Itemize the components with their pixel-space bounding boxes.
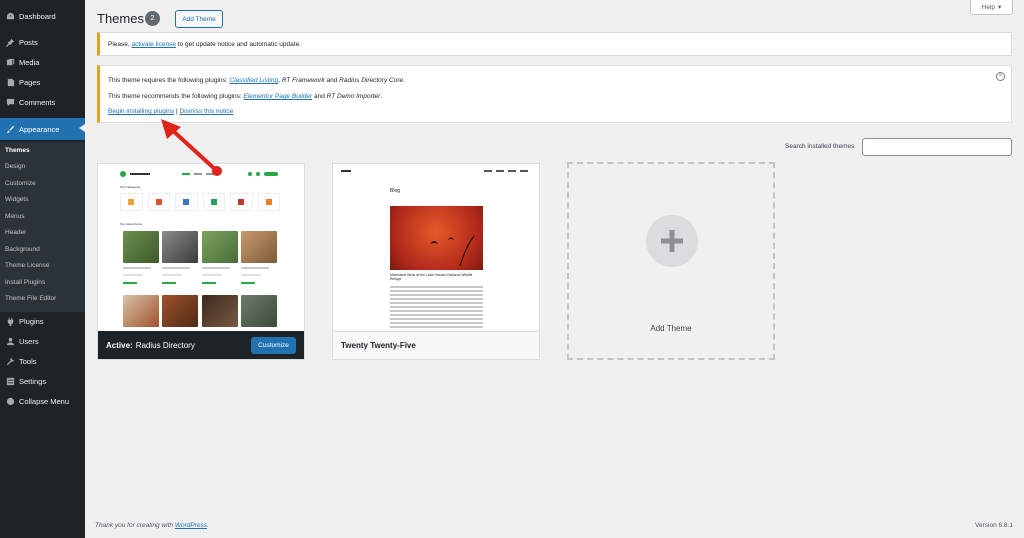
sidebar-item-label: Appearance <box>19 124 60 134</box>
sidebar-item-label: Media <box>19 57 40 67</box>
radius-directory-core-text: Radius Directory Core <box>339 77 404 84</box>
sidebar-item-settings[interactable]: Settings <box>0 371 85 391</box>
screenshot-listings-title: Top Listed Items <box>120 222 142 226</box>
begin-installing-plugins-link[interactable]: Begin installing plugins <box>108 108 174 115</box>
wrench-icon <box>5 356 15 366</box>
theme-count-badge: 2 <box>145 11 160 26</box>
search-label: Search installed themes <box>785 143 855 150</box>
theme-screenshot: Blog Marshland Birds at the Lake Havasu … <box>333 164 539 331</box>
screenshot-bird-photo <box>390 206 483 270</box>
sidebar-item-label: Collapse Menu <box>19 396 70 406</box>
active-label: Active: <box>106 340 133 350</box>
submenu-item-customize[interactable]: Customize <box>5 180 36 187</box>
page-icon <box>5 77 15 87</box>
notice-text: This theme recommends the following plug… <box>108 93 242 100</box>
dismiss-notice-link[interactable]: Dismiss this notice <box>179 108 233 115</box>
required-plugins-line: This theme requires the following plugin… <box>108 77 405 84</box>
search-themes-input[interactable] <box>862 138 1012 156</box>
pin-icon <box>5 37 15 47</box>
add-theme-label: Add Theme <box>650 324 692 333</box>
activate-license-link[interactable]: activate license <box>132 41 176 48</box>
footer-text: Thank you for creating with <box>95 522 174 529</box>
help-label: Help <box>981 3 996 11</box>
sidebar-item-label: Tools <box>19 356 37 366</box>
notice-text: and <box>326 77 338 84</box>
screenshot-headline: Marshland Birds at the Lake Havasu Natio… <box>390 273 473 281</box>
sidebar-item-collapse-menu[interactable]: Collapse Menu <box>0 391 85 411</box>
theme-card-radius-directory[interactable]: Top Categories Top Listed Items Active: … <box>97 163 305 360</box>
notice-text: Please, <box>108 41 130 48</box>
sidebar-item-media[interactable]: Media <box>0 52 85 72</box>
dashboard-icon <box>5 11 15 21</box>
footer-thanks: Thank you for creating with WordPress. <box>95 522 209 529</box>
separator: | <box>175 108 178 115</box>
sidebar-item-label: Plugins <box>19 316 44 326</box>
plugin-icon <box>5 316 15 326</box>
sidebar-item-dashboard[interactable]: Dashboard <box>0 6 85 26</box>
elementor-link[interactable]: Elementor Page Builder <box>244 93 313 100</box>
license-notice: Please, activate license to get update n… <box>97 32 1012 56</box>
theme-footer: Active: Radius Directory Customize <box>98 331 304 359</box>
add-new-theme-card[interactable]: Add Theme <box>567 162 775 360</box>
customize-button[interactable]: Customize <box>251 337 296 354</box>
notice-text: This theme requires the following plugin… <box>108 77 228 84</box>
theme-footer: Twenty Twenty-Five <box>333 331 539 359</box>
notice-text: and <box>313 93 325 100</box>
submenu-item-widgets[interactable]: Widgets <box>5 196 28 203</box>
collapse-icon <box>5 396 15 406</box>
page-title: Themes <box>97 11 144 26</box>
recommended-plugins-line: This theme recommends the following plug… <box>108 93 383 100</box>
wordpress-link[interactable]: WordPress <box>175 522 207 529</box>
license-notice-text: Please, activate license to get update n… <box>108 41 301 48</box>
submenu-item-theme-file-editor[interactable]: Theme File Editor <box>5 295 56 302</box>
submenu-item-themes[interactable]: Themes <box>5 147 30 154</box>
screenshot-blog-title: Blog <box>390 188 401 194</box>
plus-icon <box>646 215 698 267</box>
theme-screenshot: Top Categories Top Listed Items <box>98 164 304 331</box>
sidebar-item-tools[interactable]: Tools <box>0 351 85 371</box>
add-theme-button[interactable]: Add Theme <box>175 10 223 28</box>
theme-name: Radius Directory <box>135 340 195 350</box>
notice-text: to get update notice and automatic updat… <box>177 41 301 48</box>
admin-sidebar: Dashboard Posts Media Pages Comments App… <box>0 0 85 538</box>
screenshot-categories-title: Top Categories <box>120 185 141 189</box>
rt-framework-text: RT Framework <box>281 77 325 84</box>
sidebar-item-label: Comments <box>19 97 56 107</box>
notice-actions: Begin installing plugins | Dismiss this … <box>108 108 233 115</box>
paintbrush-icon <box>5 124 15 134</box>
submenu-item-header[interactable]: Header <box>5 229 26 236</box>
submenu-item-menus[interactable]: Menus <box>5 213 25 220</box>
sidebar-item-users[interactable]: Users <box>0 331 85 351</box>
sidebar-item-label: Settings <box>19 376 47 386</box>
rt-demo-importer-text: RT Demo Importer <box>326 93 381 100</box>
theme-card-twenty-twenty-five[interactable]: Blog Marshland Birds at the Lake Havasu … <box>332 163 540 360</box>
sidebar-item-label: Users <box>19 336 39 346</box>
footer-text: . <box>207 522 209 529</box>
sidebar-item-label: Posts <box>19 37 38 47</box>
media-icon <box>5 57 15 67</box>
submenu-item-background[interactable]: Background <box>5 246 40 253</box>
sidebar-item-pages[interactable]: Pages <box>0 72 85 92</box>
footer-version: Version 6.8.1 <box>975 522 1013 529</box>
sidebar-item-appearance[interactable]: Appearance <box>0 118 85 140</box>
theme-name: Twenty Twenty-Five <box>341 341 416 350</box>
submenu-item-theme-license[interactable]: Theme License <box>5 262 49 269</box>
comment-icon <box>5 97 15 107</box>
appearance-submenu: Themes Design Customize Widgets Menus He… <box>0 142 85 312</box>
sidebar-item-plugins[interactable]: Plugins <box>0 311 85 331</box>
annotation-arrow <box>161 119 222 176</box>
screenshot-categories <box>120 193 280 211</box>
sidebar-item-label: Pages <box>19 77 41 87</box>
sidebar-item-posts[interactable]: Posts <box>0 32 85 52</box>
classified-listing-link[interactable]: Classified Listing <box>229 77 278 84</box>
submenu-item-design[interactable]: Design <box>5 163 25 170</box>
help-tab-button[interactable]: Help ▾ <box>970 0 1013 15</box>
submenu-item-install-plugins[interactable]: Install Plugins <box>5 279 45 286</box>
sidebar-item-label: Dashboard <box>19 11 56 21</box>
sidebar-item-comments[interactable]: Comments <box>0 92 85 112</box>
close-icon[interactable]: × <box>996 72 1005 81</box>
caret-down-icon: ▾ <box>998 4 1002 11</box>
user-icon <box>5 336 15 346</box>
settings-icon <box>5 376 15 386</box>
